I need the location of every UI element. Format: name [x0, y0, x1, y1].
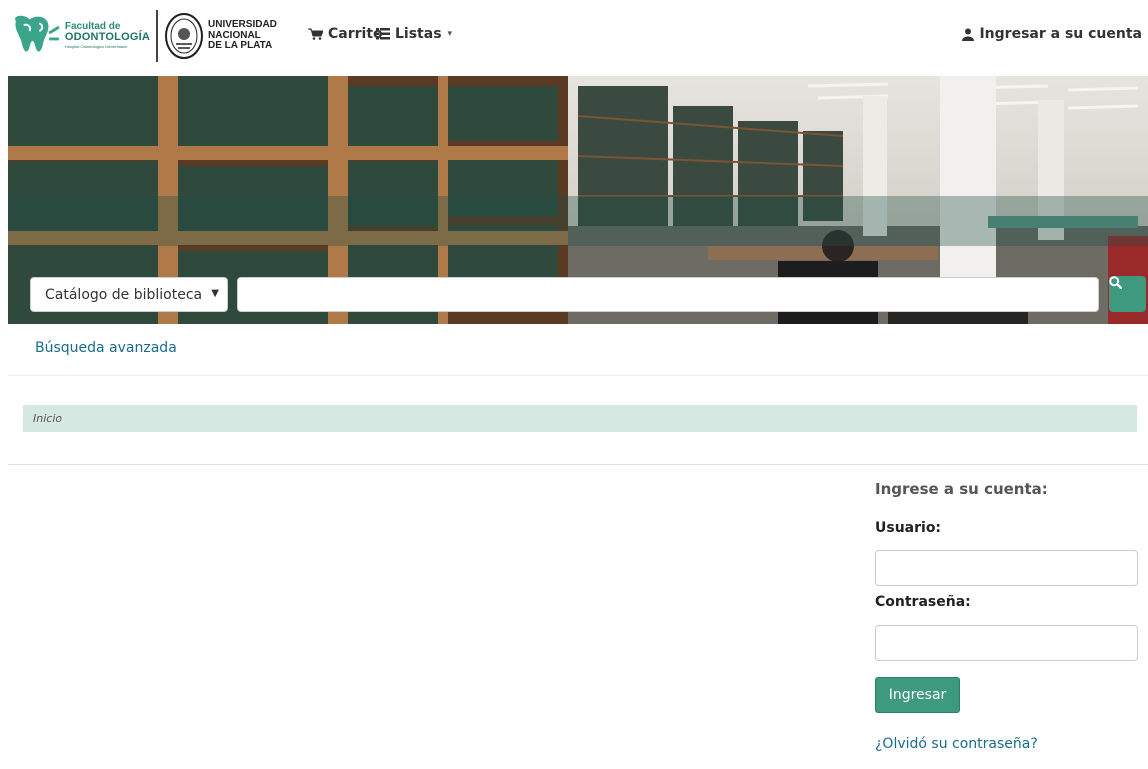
tooth-logo-icon: [15, 15, 60, 52]
username-field[interactable]: [875, 550, 1138, 586]
breadcrumb-container: Inicio: [8, 375, 1148, 447]
faculty-logo-line2: ODONTOLOGÍA: [64, 30, 150, 43]
cart-icon: [308, 28, 323, 40]
username-label: Usuario:: [875, 520, 942, 536]
user-icon: [962, 28, 975, 41]
divider: [8, 464, 1148, 465]
lists-dropdown[interactable]: Listas ▾: [376, 26, 452, 42]
caret-down-icon: ▾: [447, 29, 453, 39]
search-icon: [1109, 276, 1122, 289]
login-title: Ingrese a su cuenta:: [875, 480, 1048, 498]
faculty-logo-line3: Hospital Odontológico Universitario: [64, 43, 128, 49]
cart-label: Carrito: [328, 26, 383, 42]
list-icon: [376, 28, 390, 40]
university-seal-icon: [165, 13, 203, 59]
faculty-logo[interactable]: Facultad de ODONTOLOGÍA Hospital Odontol…: [10, 10, 150, 60]
chevron-down-icon: ▼: [211, 288, 219, 299]
login-panel: Ingrese a su cuenta: Usuario: Contraseña…: [875, 480, 1140, 752]
faculty-logo-line1: Facultad de: [64, 20, 121, 32]
search-scope-value: Catálogo de biblioteca: [45, 286, 203, 303]
login-link[interactable]: Ingresar a su cuenta: [962, 26, 1142, 42]
login-label: Ingresar a su cuenta: [979, 26, 1142, 42]
breadcrumb-home[interactable]: Inicio: [33, 412, 62, 425]
advanced-search-link[interactable]: Búsqueda avanzada: [35, 340, 177, 356]
university-logo[interactable]: UNIVERSIDAD NACIONAL DE LA PLATA: [164, 10, 284, 62]
top-navbar: Facultad de ODONTOLOGÍA Hospital Odontol…: [0, 0, 1148, 76]
search-scope-select[interactable]: Catálogo de biblioteca ▼: [30, 277, 228, 312]
search-button[interactable]: [1109, 276, 1146, 312]
password-label: Contraseña:: [875, 594, 971, 610]
lists-label: Listas: [395, 26, 442, 42]
hero-banner: Catálogo de biblioteca ▼: [8, 76, 1148, 324]
breadcrumb: Inicio: [23, 405, 1137, 432]
forgot-password-link[interactable]: ¿Olvidó su contraseña?: [875, 736, 1038, 752]
login-submit-button[interactable]: Ingresar: [875, 677, 960, 713]
search-input[interactable]: [237, 277, 1099, 312]
password-field[interactable]: [875, 625, 1138, 661]
university-logo-line3: DE LA PLATA: [208, 40, 273, 52]
cart-link[interactable]: Carrito: [308, 26, 383, 42]
logo-divider: [156, 10, 158, 62]
